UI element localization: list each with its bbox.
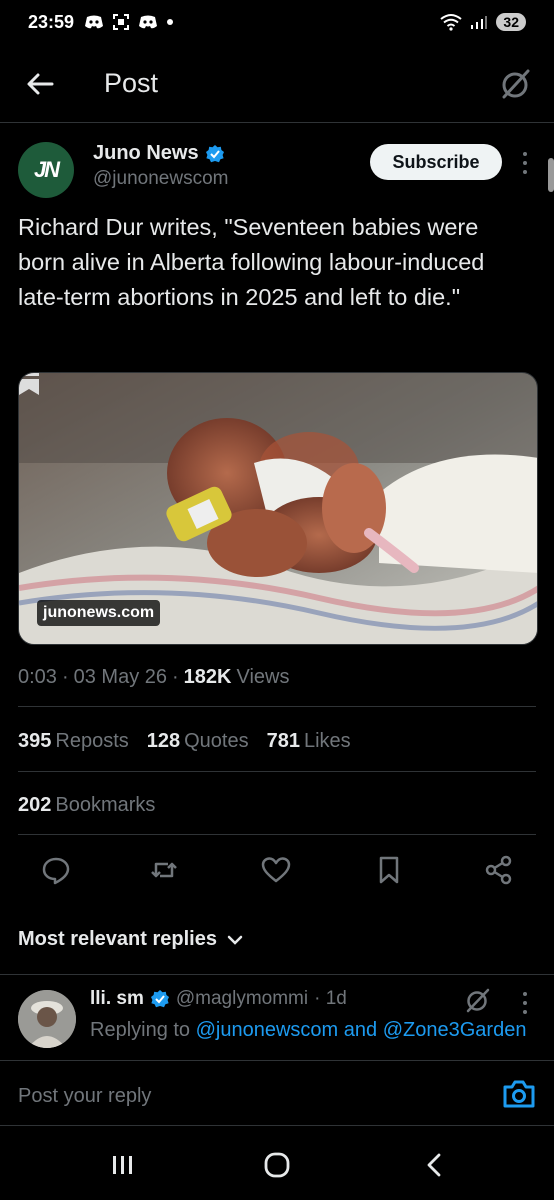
post-date: 03 May 26 — [73, 666, 167, 688]
more-options-icon[interactable] — [518, 152, 532, 174]
page-title: Post — [104, 68, 159, 98]
screenshot-icon — [113, 14, 130, 30]
scrollbar-thumb[interactable] — [548, 158, 554, 192]
verified-badge-icon — [205, 144, 224, 162]
replying-to-label: Replying to — [90, 1019, 191, 1041]
author-name: Juno News — [93, 142, 199, 164]
post-meta: 0:03 · 03 May 26 · 182K Views — [18, 666, 289, 689]
reposts-count: 395 — [18, 730, 52, 752]
post-author: JN Juno News @junonewscom Subscribe — [18, 138, 538, 198]
post-text: Richard Dur writes, "Seventeen babies we… — [18, 214, 485, 310]
author-avatar[interactable]: JN — [18, 142, 74, 198]
reply-age: · 1d — [314, 988, 347, 1009]
mention-link[interactable]: @Zone3Garden — [383, 1019, 527, 1041]
recent-apps-icon[interactable] — [108, 1150, 138, 1180]
reply-more-options-icon[interactable] — [518, 992, 532, 1014]
home-icon[interactable] — [262, 1150, 292, 1180]
discord-icon — [85, 15, 104, 29]
bookmark-stats: 202 Bookmarks — [18, 794, 155, 817]
reply-avatar[interactable] — [18, 990, 76, 1048]
share-icon[interactable] — [483, 854, 515, 886]
reply-author-handle: @maglymommi — [175, 988, 309, 1009]
repost-icon[interactable] — [148, 854, 180, 886]
quotes-stat[interactable]: 128 Quotes — [147, 730, 249, 753]
grok-icon[interactable] — [498, 66, 534, 102]
divider — [18, 771, 536, 772]
quotes-count: 128 — [146, 730, 181, 752]
replying-to-line: Replying to @junonewscom and @Zone3Garde… — [90, 1016, 530, 1044]
bookmarks-stat[interactable]: 202 Bookmarks — [18, 794, 155, 817]
reposts-stat[interactable]: 395 Reposts — [18, 730, 129, 753]
divider — [18, 834, 536, 835]
likes-label: Likes — [303, 730, 351, 752]
reply-item[interactable]: lli. sm @maglymommi · 1d Replying to @ju… — [18, 986, 538, 1066]
replies-sort-label: Most relevant replies — [18, 928, 217, 950]
bookmarks-count: 202 — [18, 794, 52, 816]
status-time: 23:59 — [28, 11, 75, 32]
divider — [0, 974, 554, 975]
system-navigation-bar — [0, 1130, 554, 1200]
bookmark-icon[interactable] — [373, 854, 405, 886]
engagement-stats: 395 Reposts 128 Quotes 781 Likes — [18, 730, 351, 753]
avatar-logo-text: JN — [33, 157, 60, 182]
discord-icon-2 — [139, 15, 158, 29]
reply-composer[interactable]: Post your reply — [0, 1060, 554, 1126]
system-icons: 32 — [440, 13, 526, 31]
likes-stat[interactable]: 781 Likes — [267, 730, 351, 753]
reply-input-placeholder[interactable]: Post your reply — [18, 1085, 151, 1108]
divider — [18, 706, 536, 707]
dot-icon — [167, 19, 174, 25]
header-divider — [0, 122, 554, 123]
top-app-bar: Post — [0, 56, 554, 112]
author-name-row[interactable]: Juno News — [93, 142, 225, 165]
subscribe-button[interactable]: Subscribe — [370, 144, 502, 180]
reply-icon[interactable] — [40, 854, 72, 886]
battery-indicator: 32 — [496, 13, 526, 31]
post-media-card[interactable]: junonews.com — [18, 372, 538, 645]
camera-icon[interactable] — [502, 1079, 536, 1109]
signal-icon — [471, 16, 488, 29]
status-bar: 23:59 32 — [0, 0, 554, 44]
likes-count: 781 — [266, 730, 300, 752]
like-heart-icon[interactable] — [260, 854, 292, 886]
avatar-photo — [18, 990, 76, 1048]
views-label: Views — [236, 666, 290, 688]
wifi-icon — [440, 14, 463, 31]
chevron-down-icon — [227, 935, 243, 945]
bookmarks-label: Bookmarks — [55, 794, 156, 816]
back-icon[interactable] — [420, 1150, 450, 1180]
post-time: 0:03 — [18, 666, 57, 688]
replies-sort-dropdown[interactable]: Most relevant replies — [18, 928, 243, 951]
link-domain-label: junonews.com — [37, 600, 161, 626]
reposts-label: Reposts — [55, 730, 129, 752]
reader-icon — [19, 373, 39, 395]
meta-separator: · — [61, 666, 69, 688]
verified-badge-icon — [150, 990, 169, 1008]
mention-conjunction: and — [343, 1019, 378, 1041]
back-arrow-icon[interactable] — [24, 68, 56, 100]
quotes-label: Quotes — [184, 730, 249, 752]
mention-link[interactable]: @junonewscom — [196, 1019, 339, 1041]
notification-icons — [84, 13, 174, 31]
grok-icon[interactable] — [464, 986, 492, 1014]
reply-author-row[interactable]: lli. sm @maglymommi · 1d — [90, 988, 347, 1010]
author-handle[interactable]: @junonewscom — [93, 168, 228, 190]
views-count[interactable]: 182K — [184, 666, 232, 689]
action-bar — [40, 854, 530, 890]
meta-separator: · — [172, 666, 179, 688]
reply-author-name: lli. sm — [90, 988, 144, 1009]
